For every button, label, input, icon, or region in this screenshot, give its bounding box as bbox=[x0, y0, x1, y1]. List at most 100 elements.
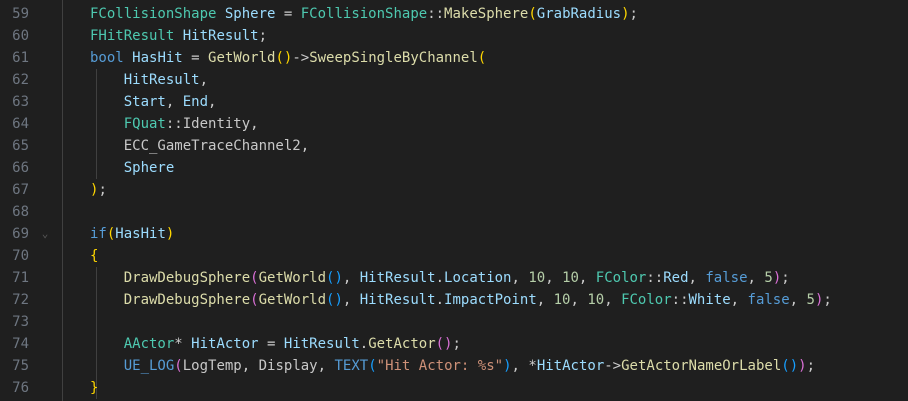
code-editor[interactable]: 59 FCollisionShape Sphere = FCollisionSha… bbox=[0, 0, 908, 401]
code-token: ( bbox=[174, 358, 183, 374]
code-token: , bbox=[604, 292, 622, 308]
code-token: () bbox=[326, 292, 343, 308]
code-line[interactable]: 70 { bbox=[0, 245, 908, 267]
code-token: FHitResult bbox=[90, 28, 175, 44]
code-token: ( bbox=[368, 358, 377, 374]
code-token: LogTemp bbox=[182, 358, 242, 374]
line-number: 61 bbox=[12, 50, 29, 66]
code-text: { bbox=[90, 245, 98, 267]
code-token: :: bbox=[646, 270, 664, 286]
code-token: ) bbox=[165, 226, 175, 242]
code-token: Red bbox=[663, 270, 689, 286]
code-text: FQuat::Identity, bbox=[90, 113, 259, 135]
code-line[interactable]: 75 UE_LOG(LogTemp, Display, TEXT("Hit Ac… bbox=[0, 355, 908, 377]
code-token: Sphere bbox=[123, 160, 175, 176]
code-text: HitResult, bbox=[90, 69, 208, 91]
code-line[interactable]: 64 FQuat::Identity, bbox=[0, 113, 908, 135]
code-token: { bbox=[90, 248, 99, 264]
line-number: 65 bbox=[12, 138, 29, 154]
code-token: DrawDebugSphere bbox=[123, 292, 251, 308]
code-token: FCollisionShape bbox=[90, 6, 217, 22]
code-token: -> bbox=[292, 50, 310, 66]
code-token: , bbox=[730, 292, 748, 308]
code-token: , bbox=[688, 270, 706, 286]
code-text: if(HasHit) bbox=[90, 223, 174, 245]
line-number: 76 bbox=[12, 380, 29, 396]
code-line[interactable]: 62 HitResult, bbox=[0, 69, 908, 91]
code-token: :: bbox=[427, 6, 445, 22]
code-token: = bbox=[275, 6, 301, 22]
code-token: HitResult bbox=[359, 270, 436, 286]
code-token: White bbox=[688, 292, 731, 308]
code-token: ) bbox=[503, 358, 512, 374]
code-token: :: bbox=[165, 116, 183, 132]
line-number: 63 bbox=[12, 94, 29, 110]
code-token: GetActorNameOrLabel bbox=[621, 358, 782, 374]
code-line[interactable]: 72 DrawDebugSphere(GetWorld(), HitResult… bbox=[0, 289, 908, 311]
code-token: . bbox=[435, 292, 445, 308]
code-text: UE_LOG(LogTemp, Display, TEXT("Hit Actor… bbox=[90, 355, 815, 377]
code-token: AActor bbox=[123, 336, 175, 352]
code-token: 5 bbox=[764, 270, 773, 286]
code-token: , bbox=[250, 116, 259, 132]
code-token: HitResult bbox=[123, 72, 200, 88]
code-line[interactable]: 68 bbox=[0, 201, 908, 223]
code-text: Start, End, bbox=[90, 91, 217, 113]
code-token: SweepSingleByChannel bbox=[309, 50, 478, 66]
code-token: ( bbox=[250, 270, 259, 286]
code-token: () bbox=[781, 358, 799, 374]
code-token: , bbox=[789, 292, 807, 308]
code-text: ); bbox=[90, 179, 107, 201]
code-line[interactable]: 59 FCollisionShape Sphere = FCollisionSha… bbox=[0, 3, 908, 25]
code-line[interactable]: 74 AActor* HitActor = HitResult.GetActor… bbox=[0, 333, 908, 355]
code-token: ; bbox=[258, 28, 268, 44]
line-number: 64 bbox=[12, 116, 29, 132]
code-token: ) bbox=[772, 270, 782, 286]
code-line[interactable]: 76} bbox=[0, 377, 908, 399]
code-token: FColor bbox=[621, 292, 672, 308]
code-token: , bbox=[545, 270, 563, 286]
code-token: , bbox=[536, 292, 554, 308]
code-token: HitActor bbox=[536, 358, 605, 374]
code-token: , bbox=[342, 270, 360, 286]
code-token: ( bbox=[250, 292, 259, 308]
code-line[interactable]: 66 Sphere bbox=[0, 157, 908, 179]
code-token: Sphere bbox=[224, 6, 276, 22]
code-token: 10 bbox=[587, 292, 605, 308]
code-token: :: bbox=[671, 292, 689, 308]
code-token: ECC_GameTraceChannel2 bbox=[123, 138, 301, 154]
line-number: 70 bbox=[12, 248, 29, 264]
code-token: GrabRadius bbox=[536, 6, 622, 22]
code-line[interactable]: 61 bool HasHit = GetWorld()->SweepSingleB… bbox=[0, 47, 908, 69]
line-number: 67 bbox=[12, 182, 29, 198]
code-token: ; bbox=[98, 182, 107, 198]
code-token: FColor bbox=[595, 270, 647, 286]
line-number: 62 bbox=[12, 72, 29, 88]
code-line[interactable]: 60 FHitResult HitResult; bbox=[0, 25, 908, 47]
code-token: FCollisionShape bbox=[300, 6, 428, 22]
code-token: , bbox=[511, 270, 529, 286]
code-token: HasHit bbox=[115, 226, 166, 242]
line-number: 72 bbox=[12, 292, 29, 308]
fold-chevron-icon[interactable]: ⌄ bbox=[38, 223, 52, 245]
code-line[interactable]: 71 DrawDebugSphere(GetWorld(), HitResult… bbox=[0, 267, 908, 289]
code-line[interactable]: 63 Start, End, bbox=[0, 91, 908, 113]
code-line[interactable]: 73 bbox=[0, 311, 908, 333]
code-token: MakeSphere bbox=[444, 6, 529, 22]
code-token: Location bbox=[444, 270, 512, 286]
code-token: * bbox=[174, 336, 192, 352]
code-line[interactable]: 67); bbox=[0, 179, 908, 201]
code-line[interactable]: 65 ECC_GameTraceChannel2, bbox=[0, 135, 908, 157]
code-line[interactable]: 69 ⌄ if(HasHit) bbox=[0, 223, 908, 245]
code-token: false bbox=[705, 270, 748, 286]
line-number: 73 bbox=[12, 314, 29, 330]
line-number: 75 bbox=[12, 358, 29, 374]
code-token: * bbox=[528, 358, 537, 374]
